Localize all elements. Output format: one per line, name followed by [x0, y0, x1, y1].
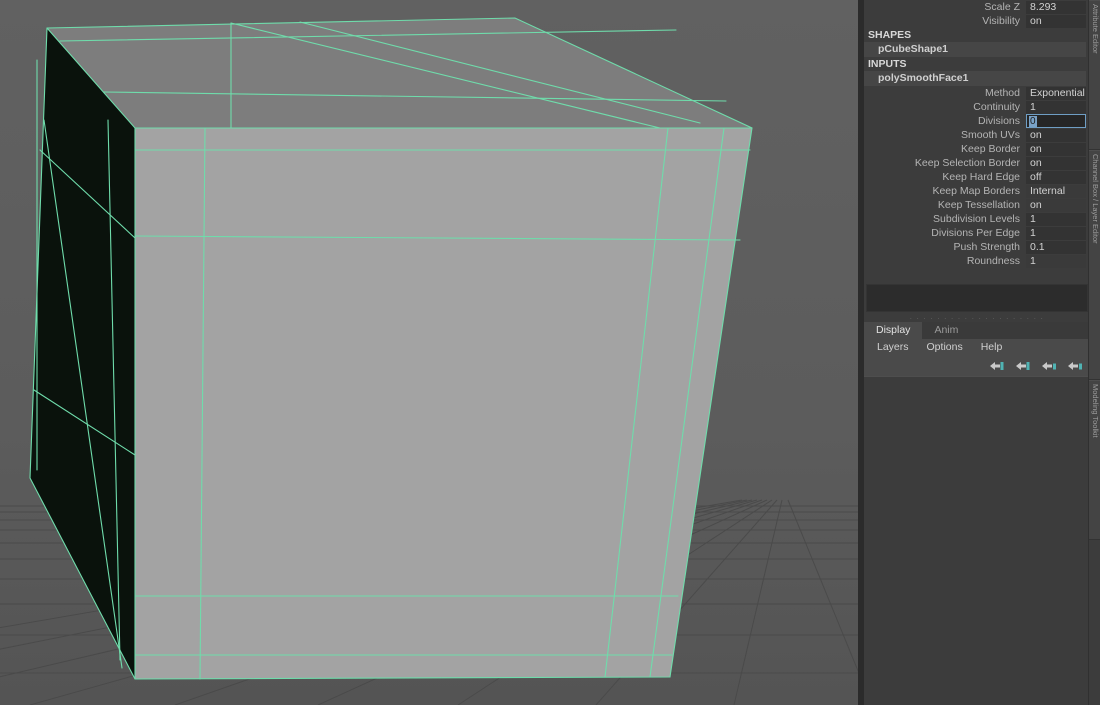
attribute-value-field[interactable]: 8.293 — [1026, 1, 1086, 14]
attribute-label: Method — [864, 86, 1026, 100]
shapes-section-header: SHAPES — [864, 28, 1090, 42]
layer-editor-tabs: DisplayAnim — [864, 322, 1090, 339]
input-attribute-list: MethodExponentialContinuity1Divisions0Sm… — [864, 86, 1090, 268]
channel-box[interactable]: Scale Z8.293Visibilityon SHAPES pCubeSha… — [864, 0, 1090, 278]
attribute-value-field[interactable]: Exponential — [1026, 87, 1086, 100]
tab-anim[interactable]: Anim — [922, 322, 970, 339]
transform-row-scale-z[interactable]: Scale Z8.293 — [864, 0, 1090, 14]
attribute-label: Subdivision Levels — [864, 212, 1026, 226]
input-row-subdivision-levels[interactable]: Subdivision Levels1 — [864, 212, 1090, 226]
layer-editor-toolbar — [864, 356, 1090, 376]
input-row-push-strength[interactable]: Push Strength0.1 — [864, 240, 1090, 254]
attribute-value-field[interactable]: 1 — [1026, 101, 1086, 114]
input-row-continuity[interactable]: Continuity1 — [864, 100, 1090, 114]
inputs-section-header: INPUTS — [864, 57, 1090, 71]
attribute-label: Divisions Per Edge — [864, 226, 1026, 240]
side-tab-label: Channel Box / Layer Editor — [1091, 154, 1099, 244]
side-tab-modeling-toolkit[interactable]: Modeling Toolkit — [1089, 380, 1100, 540]
menu-layers[interactable]: Layers — [868, 339, 918, 356]
attribute-label: Push Strength — [864, 240, 1026, 254]
channel-box-blank-area[interactable] — [866, 284, 1088, 312]
input-row-keep-hard-edge[interactable]: Keep Hard Edgeoff — [864, 170, 1090, 184]
attribute-label: Visibility — [864, 14, 1026, 28]
side-tab-strip: Attribute Editor Channel Box / Layer Edit… — [1088, 0, 1100, 705]
attribute-value-field[interactable]: on — [1026, 199, 1086, 212]
attribute-label: Scale Z — [864, 0, 1026, 14]
attribute-label: Keep Border — [864, 142, 1026, 156]
layer-new-icon[interactable] — [989, 360, 1005, 372]
attribute-label: Keep Hard Edge — [864, 170, 1026, 184]
menu-help[interactable]: Help — [972, 339, 1012, 356]
input-row-keep-tessellation[interactable]: Keep Tessellationon — [864, 198, 1090, 212]
side-tab-channel-box-layer-editor[interactable]: Channel Box / Layer Editor — [1089, 150, 1100, 380]
layer-empty-above-icon[interactable] — [1041, 360, 1057, 372]
input-row-smooth-uvs[interactable]: Smooth UVson — [864, 128, 1090, 142]
attribute-value-field[interactable]: Internal — [1026, 185, 1086, 198]
layer-empty-below-icon[interactable] — [1067, 360, 1083, 372]
viewport-canvas[interactable] — [0, 0, 858, 705]
input-row-divisions[interactable]: Divisions0 — [864, 114, 1090, 128]
menu-options[interactable]: Options — [918, 339, 972, 356]
attribute-label: Keep Map Borders — [864, 184, 1026, 198]
attribute-value-field[interactable]: 0 — [1026, 114, 1086, 128]
attribute-value-field[interactable]: off — [1026, 171, 1086, 184]
layer-new-from-selected-icon[interactable] — [1015, 360, 1031, 372]
tab-display[interactable]: Display — [864, 322, 922, 339]
attribute-value-field[interactable]: on — [1026, 157, 1086, 170]
transform-attribute-list: Scale Z8.293Visibilityon — [864, 0, 1090, 28]
panel-drag-handle[interactable]: . . . . . . . . . . . . . . . . . . . . — [866, 314, 1088, 321]
attribute-label: Divisions — [864, 114, 1026, 128]
transform-row-visibility[interactable]: Visibilityon — [864, 14, 1090, 28]
input-row-keep-border[interactable]: Keep Borderon — [864, 142, 1090, 156]
layer-editor: DisplayAnim LayersOptionsHelp — [864, 322, 1090, 705]
3d-viewport[interactable] — [0, 0, 858, 705]
selected-text: 0 — [1029, 116, 1037, 128]
attribute-value-field[interactable]: 0.1 — [1026, 241, 1086, 254]
input-row-keep-map-borders[interactable]: Keep Map BordersInternal — [864, 184, 1090, 198]
attribute-value-field[interactable]: 1 — [1026, 227, 1086, 240]
attribute-value-field[interactable]: 1 — [1026, 213, 1086, 226]
side-tab-attribute-editor[interactable]: Attribute Editor — [1089, 0, 1100, 150]
input-row-roundness[interactable]: Roundness1 — [864, 254, 1090, 268]
shape-node-pcubeshape1[interactable]: pCubeShape1 — [864, 42, 1086, 57]
side-tab-label: Attribute Editor — [1091, 4, 1099, 54]
input-row-method[interactable]: MethodExponential — [864, 86, 1090, 100]
attribute-value-field[interactable]: on — [1026, 129, 1086, 142]
attribute-label: Continuity — [864, 100, 1026, 114]
attribute-value-field[interactable]: on — [1026, 143, 1086, 156]
layer-editor-menubar: LayersOptionsHelp — [864, 339, 1090, 356]
tab-strip-filler — [970, 322, 1090, 339]
attribute-label: Roundness — [864, 254, 1026, 268]
input-node-polysmoothface1[interactable]: polySmoothFace1 — [864, 71, 1086, 86]
input-row-divisions-per-edge[interactable]: Divisions Per Edge1 — [864, 226, 1090, 240]
attribute-value-field[interactable]: on — [1026, 15, 1086, 28]
attribute-label: Keep Tessellation — [864, 198, 1026, 212]
layer-list[interactable] — [864, 376, 1090, 705]
side-tab-label: Modeling Toolkit — [1091, 384, 1099, 438]
input-row-keep-selection-border[interactable]: Keep Selection Borderon — [864, 156, 1090, 170]
maya-window: Scale Z8.293Visibilityon SHAPES pCubeSha… — [0, 0, 1100, 705]
attribute-value-field[interactable]: 1 — [1026, 255, 1086, 268]
right-panel-column: Scale Z8.293Visibilityon SHAPES pCubeSha… — [864, 0, 1100, 705]
attribute-label: Smooth UVs — [864, 128, 1026, 142]
attribute-label: Keep Selection Border — [864, 156, 1026, 170]
